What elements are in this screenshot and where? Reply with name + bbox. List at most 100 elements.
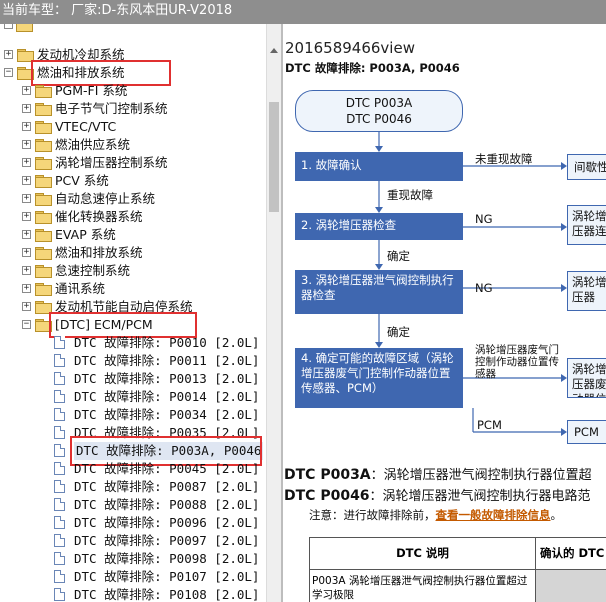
flow-target-turbo-connector[interactable]: 涡轮增压器连 [567, 205, 606, 245]
flow-step-3[interactable]: 3. 涡轮增压器泄气阀控制执行器检查 [295, 270, 463, 314]
tree-item-label: DTC 故障排除: P0097 [2.0L] [74, 533, 260, 548]
tree-folder-item[interactable]: + 自动怠速停止系统 [0, 190, 266, 208]
tree-item-label: DTC 故障排除: P0107 [2.0L] [74, 569, 260, 584]
tree-folder-item[interactable]: + 通讯系统 [0, 280, 266, 298]
tree-folder-item[interactable]: + 怠速控制系统 [0, 262, 266, 280]
navigation-tree[interactable]: − + 发动机冷却系统 − 燃油和排放系统 + PGM-FI 系统 + 电子节气门控制系统 + V… [0, 24, 266, 602]
troubleshooting-note: 注意：进行故障排除前，查看一般故障排除信息。 [309, 507, 562, 523]
expand-icon[interactable]: + [22, 284, 31, 293]
flow-step-2[interactable]: 2. 涡轮增压器检查 [295, 213, 463, 240]
tree-doc-item[interactable]: DTC 故障排除: P0014 [2.0L] [0, 388, 266, 406]
tree-item-label: DTC 故障排除: P0034 [2.0L] [74, 407, 260, 422]
expand-icon[interactable]: + [22, 212, 31, 221]
folder-icon [35, 157, 52, 170]
folder-icon [35, 247, 52, 260]
expand-icon[interactable]: + [22, 86, 31, 95]
scrollbar-thumb[interactable] [269, 102, 279, 212]
collapse-icon[interactable]: − [22, 320, 31, 329]
tree-folder-item[interactable]: + 燃油和排放系统 [0, 244, 266, 262]
tree-folder-item[interactable]: + EVAP 系统 [0, 226, 266, 244]
tree-doc-item[interactable]: DTC 故障排除: P0097 [2.0L] [0, 532, 266, 550]
tree-item-label: EVAP 系统 [55, 227, 116, 242]
dtc-code-p0046: DTC P0046 [284, 488, 370, 504]
tree-doc-item[interactable]: DTC 故障排除: P0045 [2.0L] [0, 460, 266, 478]
tree-folder-item[interactable]: + PCV 系统 [0, 172, 266, 190]
tree-folder-item[interactable]: + 燃油供应系统 [0, 136, 266, 154]
document-icon [54, 462, 65, 475]
dtc-table: DTC 说明 确认的 DTC P003A 涡轮增压器泄气阀控制执行器位置超过学习… [309, 537, 606, 602]
flow-label-no-repro: 未重现故障 [475, 152, 533, 166]
general-troubleshooting-link[interactable]: 查看一般故障排除信息 [436, 508, 551, 522]
tree-folder-item[interactable]: + 电子节气门控制系统 [0, 100, 266, 118]
expand-icon[interactable]: + [22, 266, 31, 275]
folder-icon [35, 193, 52, 206]
tree-item-label: 燃油供应系统 [55, 137, 131, 152]
flow-target-turbo[interactable]: 涡轮增压器 [567, 271, 606, 311]
tree-item-label: 通讯系统 [55, 281, 106, 296]
tree-folder-item[interactable]: + PGM-FI 系统 [0, 82, 266, 100]
flow-target-pcm[interactable]: PCM [567, 420, 606, 444]
dtc-heading-p003a: DTC P003A：涡轮增压器泄气阀控制执行器位置超 [284, 464, 592, 483]
document-icon [54, 354, 65, 367]
expand-icon[interactable]: + [22, 158, 31, 167]
expand-icon[interactable]: + [22, 176, 31, 185]
folder-icon [16, 24, 33, 32]
flow-target-intermittent[interactable]: 间歇性 [567, 154, 606, 180]
tree-doc-item[interactable]: DTC 故障排除: P0088 [2.0L] [0, 496, 266, 514]
flow-step-4[interactable]: 4. 确定可能的故障区域（涡轮增压器废气门控制作动器位置传感器、PCM） [295, 348, 463, 408]
flow-label-ng-2: NG [475, 212, 493, 226]
collapse-icon[interactable]: − [4, 68, 13, 77]
note-prefix: 注意：进行故障排除前， [309, 508, 436, 522]
flow-target-wastegate-sensor[interactable]: 涡轮增压器废动器位 [567, 358, 606, 398]
scroll-up-icon[interactable] [270, 48, 278, 53]
tree-item-label: DTC 故障排除: P0010 [2.0L] [74, 335, 260, 350]
tree-doc-item[interactable]: DTC 故障排除: P0010 [2.0L] [0, 334, 266, 352]
tree-folder-item[interactable]: + VTEC/VTC [0, 118, 266, 136]
table-cell-confirmed [536, 570, 606, 602]
tree-item-label: DTC 故障排除: P0088 [2.0L] [74, 497, 260, 512]
tree-doc-item[interactable]: DTC 故障排除: P0013 [2.0L] [0, 370, 266, 388]
document-icon [54, 426, 65, 439]
expand-icon[interactable]: + [22, 140, 31, 149]
tree-doc-item[interactable]: DTC 故障排除: P0098 [2.0L] [0, 550, 266, 568]
folder-icon [35, 229, 52, 242]
content-pane: 2016589466view DTC 故障排除: P003A, P0046 DT… [283, 24, 606, 602]
tree-doc-item[interactable]: DTC 故障排除: P0011 [2.0L] [0, 352, 266, 370]
tree-doc-item[interactable]: DTC 故障排除: P0034 [2.0L] [0, 406, 266, 424]
expand-icon[interactable]: + [22, 122, 31, 131]
expand-icon[interactable]: + [22, 248, 31, 257]
document-icon [54, 534, 65, 547]
folder-icon [35, 121, 52, 134]
tree-doc-item[interactable]: DTC 故障排除: P0108 [2.0L] [0, 586, 266, 602]
flow-step-1[interactable]: 1. 故障确认 [295, 152, 463, 181]
tree-folder-item[interactable]: + 涡轮增压器控制系统 [0, 154, 266, 172]
expand-icon[interactable]: + [22, 302, 31, 311]
folder-icon [35, 265, 52, 278]
document-icon [54, 336, 65, 349]
flow-start-code-1: DTC P003A [345, 96, 413, 110]
expand-icon[interactable]: + [4, 50, 13, 59]
flow-label-ok-1: 确定 [387, 249, 410, 263]
tree-doc-item[interactable]: DTC 故障排除: P0107 [2.0L] [0, 568, 266, 586]
tree-scrollbar[interactable] [266, 24, 281, 602]
tree-item-label: 燃油和排放系统 [55, 245, 143, 260]
tree-item-label: DTC 故障排除: P0014 [2.0L] [74, 389, 260, 404]
flow-label-repro: 重现故障 [387, 188, 433, 202]
tree-item-label: 自动怠速停止系统 [55, 191, 156, 206]
document-icon [54, 516, 65, 529]
tree-doc-item[interactable]: DTC 故障排除: P0087 [2.0L] [0, 478, 266, 496]
table-header-confirmed: 确认的 DTC [536, 538, 606, 570]
expand-icon[interactable]: + [22, 104, 31, 113]
dtc-desc-p003a: ：涡轮增压器泄气阀控制执行器位置超 [370, 468, 592, 483]
document-icon [54, 588, 65, 601]
tree-item-label: 涡轮增压器控制系统 [55, 155, 168, 170]
tree-folder-item[interactable]: + 催化转换器系统 [0, 208, 266, 226]
document-icon [54, 390, 65, 403]
table-cell-description: P003A 涡轮增压器泄气阀控制执行器位置超过学习极限 [310, 570, 536, 602]
collapse-icon: − [4, 24, 13, 29]
expand-icon[interactable]: + [22, 194, 31, 203]
flow-start-code-2: DTC P0046 [346, 112, 412, 126]
expand-icon[interactable]: + [22, 230, 31, 239]
folder-icon [35, 175, 52, 188]
tree-doc-item[interactable]: DTC 故障排除: P0096 [2.0L] [0, 514, 266, 532]
